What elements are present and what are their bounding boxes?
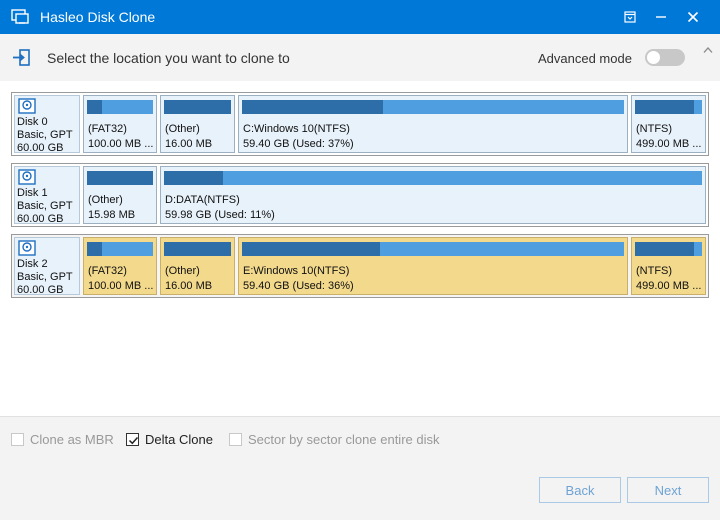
close-button[interactable]: [678, 0, 708, 34]
close-icon: [687, 11, 699, 23]
disk-info: Disk 1 Basic, GPT 60.00 GB: [14, 166, 80, 225]
disk-name: Disk 0: [17, 116, 48, 128]
disk-icon: [18, 240, 36, 256]
partition-label: (NTFS): [636, 123, 673, 135]
partition-label: E:Windows 10(NTFS): [243, 265, 350, 277]
partition-size: 59.98 GB (Used: 11%): [165, 209, 275, 221]
instruction-text: Select the location you want to clone to: [47, 50, 290, 66]
disk-type: Basic, GPT: [17, 271, 73, 283]
window-title: Hasleo Disk Clone: [40, 9, 156, 25]
partition-label: (Other): [88, 194, 123, 206]
partition-label: (FAT32): [88, 123, 127, 135]
delta-clone-label: Delta Clone: [145, 431, 213, 447]
clone-as-mbr-label: Clone as MBR: [30, 431, 114, 447]
restore-button[interactable]: [615, 0, 645, 34]
partition-used-fill: [242, 100, 384, 114]
partition-size: 100.00 MB ...: [88, 280, 154, 292]
partition-usage-bar: [635, 242, 702, 256]
partition-label: (Other): [165, 265, 200, 277]
partition-tile[interactable]: C:Windows 10(NTFS) 59.40 GB (Used: 37%): [238, 95, 628, 153]
clone-options: Clone as MBR Delta Clone Sector by secto…: [0, 417, 720, 461]
sector-clone-label: Sector by sector clone entire disk: [248, 431, 440, 447]
scroll-up-icon[interactable]: [703, 46, 713, 54]
back-button[interactable]: Back: [539, 477, 621, 503]
app-logo-icon: [11, 9, 29, 24]
partition-tile[interactable]: (FAT32) 100.00 MB ...: [83, 95, 157, 153]
minimize-icon: [656, 16, 666, 18]
partition-tile[interactable]: (Other) 16.00 MB: [160, 237, 235, 295]
partition-usage-bar: [164, 171, 702, 185]
disk-icon: [18, 98, 36, 114]
partition-size: 16.00 MB: [165, 280, 213, 292]
disk-row-0[interactable]: Disk 0 Basic, GPT 60.00 GB (FAT32) 100.0…: [11, 92, 709, 156]
partition-tile[interactable]: (Other) 16.00 MB: [160, 95, 235, 153]
disk-row-1[interactable]: Disk 1 Basic, GPT 60.00 GB (Other) 15.98…: [11, 163, 709, 227]
header-bar: Select the location you want to clone to…: [0, 34, 720, 81]
checkmark-icon: [128, 436, 139, 444]
partition-usage-bar: [242, 242, 624, 256]
partition-used-fill: [164, 242, 231, 256]
title-bar: Hasleo Disk Clone: [0, 0, 720, 34]
partition-label: C:Windows 10(NTFS): [243, 123, 350, 135]
partition-used-fill: [635, 242, 694, 256]
partition-size: 499.00 MB ...: [636, 280, 702, 292]
partition-tile[interactable]: E:Windows 10(NTFS) 59.40 GB (Used: 36%): [238, 237, 628, 295]
restore-icon: [624, 11, 636, 23]
advanced-mode-label: Advanced mode: [538, 51, 632, 66]
partition-used-fill: [164, 100, 231, 114]
partition-usage-bar: [87, 100, 153, 114]
partition-used-fill: [87, 242, 102, 256]
partition-label: (Other): [165, 123, 200, 135]
partition-label: D:DATA(NTFS): [165, 194, 240, 206]
partition-tile[interactable]: (FAT32) 100.00 MB ...: [83, 237, 157, 295]
footer-bar: Back Next: [0, 461, 720, 520]
sector-clone-checkbox[interactable]: [229, 432, 242, 446]
next-button[interactable]: Next: [627, 477, 709, 503]
disk-size: 60.00 GB: [17, 284, 64, 296]
disk-type: Basic, GPT: [17, 200, 73, 212]
clone-target-icon: [13, 49, 30, 66]
partition-usage-bar: [635, 100, 702, 114]
disk-name: Disk 1: [17, 187, 48, 199]
partition-tile[interactable]: (NTFS) 499.00 MB ...: [631, 237, 706, 295]
partition-used-fill: [242, 242, 380, 256]
partition-size: 499.00 MB ...: [636, 138, 702, 150]
partition-label: (NTFS): [636, 265, 673, 277]
partition-used-fill: [87, 100, 102, 114]
partition-size: 16.00 MB: [165, 138, 213, 150]
partition-used-fill: [635, 100, 694, 114]
partition-usage-bar: [242, 100, 624, 114]
partition-tile[interactable]: (NTFS) 499.00 MB ...: [631, 95, 706, 153]
partition-usage-bar: [164, 242, 231, 256]
partition-tile[interactable]: D:DATA(NTFS) 59.98 GB (Used: 11%): [160, 166, 706, 224]
disk-size: 60.00 GB: [17, 213, 64, 225]
minimize-button[interactable]: [646, 0, 676, 34]
disk-info: Disk 0 Basic, GPT 60.00 GB: [14, 95, 80, 154]
disk-icon: [18, 169, 36, 185]
disk-name: Disk 2: [17, 258, 48, 270]
partition-usage-bar: [87, 242, 153, 256]
partition-label: (FAT32): [88, 265, 127, 277]
partition-usage-bar: [164, 100, 231, 114]
clone-as-mbr-checkbox[interactable]: [11, 432, 24, 446]
partition-size: 59.40 GB (Used: 37%): [243, 138, 354, 150]
partition-usage-bar: [87, 171, 153, 185]
partition-tile[interactable]: (Other) 15.98 MB: [83, 166, 157, 224]
clone-as-mbr-option[interactable]: Clone as MBR: [11, 431, 114, 447]
partition-size: 100.00 MB ...: [88, 138, 154, 150]
partition-used-fill: [87, 171, 153, 185]
disk-row-2[interactable]: Disk 2 Basic, GPT 60.00 GB (FAT32) 100.0…: [11, 234, 709, 298]
disk-type: Basic, GPT: [17, 129, 73, 141]
toggle-knob: [647, 51, 660, 64]
disk-list: Disk 0 Basic, GPT 60.00 GB (FAT32) 100.0…: [0, 81, 720, 417]
advanced-mode-toggle[interactable]: [645, 49, 685, 66]
sector-clone-option[interactable]: Sector by sector clone entire disk: [229, 431, 440, 447]
disk-size: 60.00 GB: [17, 142, 64, 154]
delta-clone-option[interactable]: Delta Clone: [126, 431, 213, 447]
partition-size: 15.98 MB: [88, 209, 136, 221]
disk-info: Disk 2 Basic, GPT 60.00 GB: [14, 237, 80, 296]
partition-used-fill: [164, 171, 224, 185]
delta-clone-checkbox[interactable]: [126, 432, 139, 446]
partition-size: 59.40 GB (Used: 36%): [243, 280, 354, 292]
